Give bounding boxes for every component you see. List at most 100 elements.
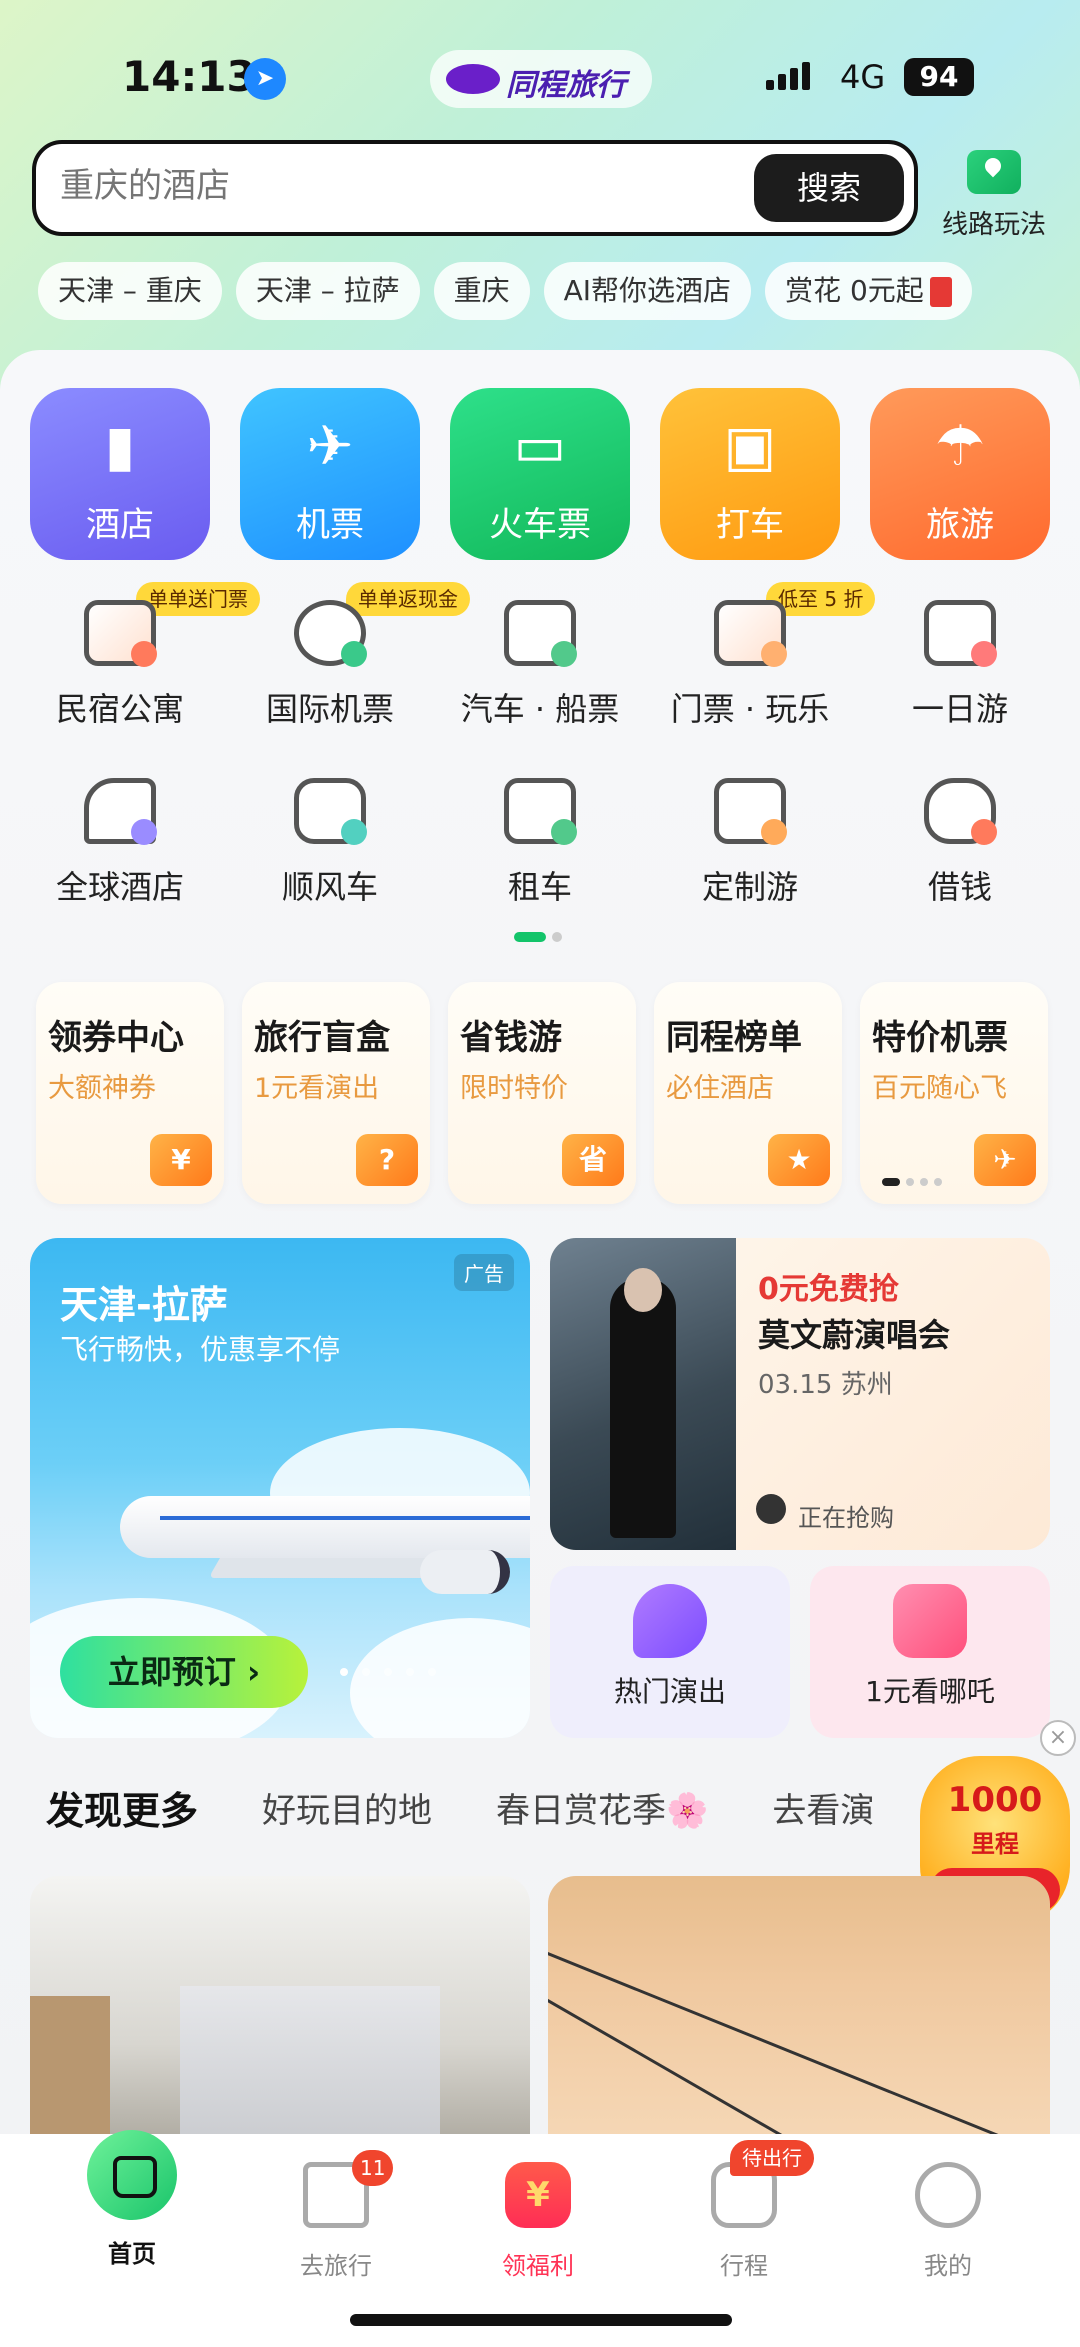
car-icon: ▣ [723,414,777,479]
promo-mystery-box[interactable]: 旅行盲盒 1元看演出 ? [242,982,430,1204]
service-tickets-label: 门票 · 玩乐 [670,690,830,728]
nav-itinerary[interactable]: 待出行 行程 [664,2140,824,2281]
service-day-tour-label: 一日游 [911,690,1008,728]
coupon-icon: ¥ [150,1134,212,1186]
route-play-button[interactable]: 线路玩法 [934,150,1054,241]
service-tickets[interactable]: 低至 5 折 门票 · 玩乐 [660,582,876,730]
services-row-1: 单单送门票 民宿公寓 单单返现金 国际机票 汽车 · 船票 低至 5 折 门票 … [30,582,1050,730]
airplane-engine-graphic [420,1550,510,1594]
nav-welfare-label: 领福利 [502,2252,574,2280]
brand-pill[interactable]: 同程旅行 [430,50,652,108]
palm-tree-icon: ☂ [934,414,986,479]
promo-title: 特价机票 [872,1018,1008,1058]
tab-spring-flowers[interactable]: 春日赏花季🌸 [496,1783,708,1832]
hot-shows-label: 热门演出 [613,1675,726,1708]
gift-box-icon: ? [356,1134,418,1186]
service-carpool[interactable]: 顺风车 [240,778,420,908]
nav-travel[interactable]: 11 去旅行 [256,2150,416,2281]
clapperboard-icon [893,1584,967,1658]
tab-destinations[interactable]: 好玩目的地 [262,1783,432,1832]
tower-icon [84,778,157,845]
feed-card-sunset[interactable] [548,1876,1050,2156]
brand-name: 同程旅行 [506,68,626,103]
ad-pager [340,1668,436,1676]
service-bus-ship-label: 汽车 · 船票 [460,690,620,728]
service-loan[interactable]: 借钱 [870,778,1050,908]
airplane-ticket-icon: ✈ [974,1134,1036,1186]
nav-welfare[interactable]: ¥ 领福利 [458,2162,618,2281]
tab-shows[interactable]: 去看演 [772,1783,874,1832]
carpool-icon [294,778,367,845]
promo-subtitle: 大额神券 [48,1073,156,1104]
chip-ai-hotel[interactable]: AI帮你选酒店 [543,262,752,320]
services-row-2: 全球酒店 顺风车 租车 定制游 借钱 [30,778,1050,908]
ad-subtitle: 飞行畅快，优惠享不停 [60,1333,341,1366]
service-homestay[interactable]: 单单送门票 民宿公寓 [30,582,260,730]
airplane-graphic [120,1496,530,1558]
bus-icon [504,600,577,667]
building-icon: ▮ [104,414,136,479]
red-envelope-icon [929,277,952,307]
service-travel[interactable]: ☂ 旅游 [870,388,1050,560]
chip-flower-label: 赏花 0元起 [785,274,924,307]
home-indicator[interactable] [350,2314,732,2326]
chip-tianjin-lhasa[interactable]: 天津 – 拉萨 [235,262,420,320]
promo-cards: 领券中心 大额神券 ¥ 旅行盲盒 1元看演出 ? 省钱游 限时特价 省 同程榜单… [36,982,1048,1204]
service-intl-flight[interactable]: 单单返现金 国际机票 [240,582,470,730]
signal-icon [766,62,810,90]
service-car-rental[interactable]: 租车 [450,778,630,908]
book-now-button[interactable]: 立即预订 › [60,1636,308,1708]
search-button[interactable]: 搜索 [754,154,904,222]
service-travel-label: 旅游 [926,505,994,545]
chip-chongqing[interactable]: 重庆 [433,262,530,320]
smiley-icon [915,2162,981,2228]
service-global-hotel-label: 全球酒店 [55,868,184,906]
nav-mine[interactable]: 我的 [868,2162,1028,2281]
concert-photo [550,1238,736,1550]
nezha-card[interactable]: 1元看哪吒 [810,1566,1050,1738]
concert-title: 莫文蔚演唱会 [758,1316,951,1354]
nav-travel-badge: 11 [352,2150,394,2186]
ad-tag[interactable]: 广告 [454,1254,514,1291]
service-day-tour[interactable]: 一日游 [870,600,1050,730]
mileage-number: 1000 [947,1780,1043,1820]
hot-shows-card[interactable]: 热门演出 [550,1566,790,1738]
train-icon: ▭ [513,414,567,479]
tab-discover[interactable]: 发现更多 [46,1780,198,1837]
nav-travel-label: 去旅行 [300,2252,372,2280]
search-bar[interactable]: 搜索 [32,140,918,236]
service-train-label: 火车票 [489,505,591,545]
chip-flower[interactable]: 赏花 0元起 [765,262,972,320]
search-input[interactable] [60,166,660,206]
service-flight[interactable]: ✈ 机票 [240,388,420,560]
service-loan-label: 借钱 [927,868,992,906]
service-custom-tour[interactable]: 定制游 [660,778,840,908]
service-taxi[interactable]: ▣ 打车 [660,388,840,560]
close-icon[interactable]: × [1040,1720,1076,1756]
chip-tianjin-chongqing[interactable]: 天津 – 重庆 [38,262,222,320]
service-hotel[interactable]: ▮ 酒店 [30,388,210,560]
service-global-hotel[interactable]: 全球酒店 [30,778,210,908]
services-pager [514,932,562,942]
battery-icon: 94 [904,58,974,96]
airplane-icon: ✈ [306,414,354,479]
feed-card-hotel-room[interactable] [30,1876,530,2156]
promo-cheap-flights[interactable]: 特价机票 百元随心飞 ✈ [860,982,1048,1204]
concert-card[interactable]: 0元免费抢 莫文蔚演唱会 03.15 苏州 正在抢购 [550,1238,1050,1550]
house-icon [84,600,157,667]
status-bar: 14:13 ➤ 同程旅行 4G 94 [0,48,1080,108]
promo-title: 省钱游 [460,1018,562,1058]
quick-search-chips: 天津 – 重庆 天津 – 拉萨 重庆 AI帮你选酒店 赏花 0元起 [38,262,972,320]
ad-title: 天津-拉萨 [60,1283,228,1327]
map-icon [714,778,787,845]
promo-rankings[interactable]: 同程榜单 必住酒店 ★ [654,982,842,1204]
nav-home[interactable]: 首页 [52,2130,212,2269]
promo-save-tour[interactable]: 省钱游 限时特价 省 [448,982,636,1204]
service-bus-ship[interactable]: 汽车 · 船票 [450,600,630,730]
service-flight-label: 机票 [296,505,364,545]
ad-banner[interactable]: 天津-拉萨 飞行畅快，优惠享不停 广告 立即预订 › [30,1238,530,1738]
feed-tabs: 发现更多 好玩目的地 春日赏花季🌸 去看演 [46,1780,874,1837]
service-train[interactable]: ▭ 火车票 [450,388,630,560]
promo-coupon-center[interactable]: 领券中心 大额神券 ¥ [36,982,224,1204]
service-car-rental-label: 租车 [507,868,572,906]
